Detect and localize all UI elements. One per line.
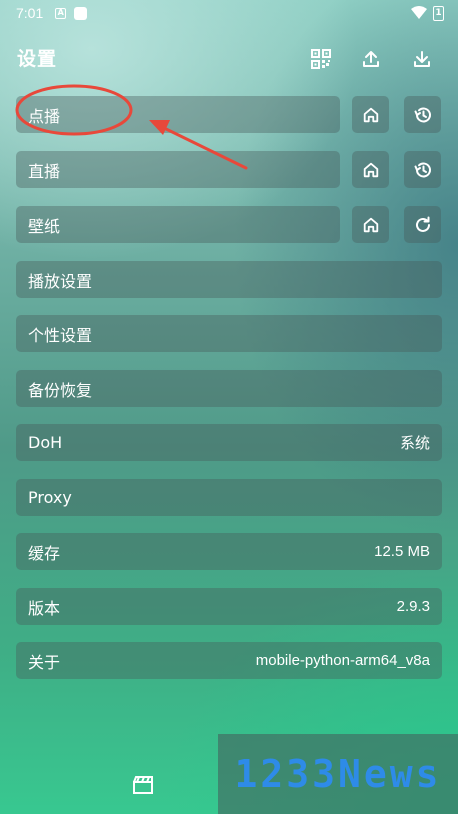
bottom-nav-button[interactable] — [131, 775, 155, 795]
about-row[interactable]: 关于 mobile-python-arm64_v8a — [16, 642, 442, 679]
refresh-icon — [415, 216, 430, 232]
wallpaper-row[interactable]: 壁纸 — [16, 206, 340, 243]
backup-restore-row[interactable]: 备份恢复 — [16, 370, 442, 407]
live-home-button[interactable] — [352, 151, 389, 188]
wallpaper-label: 壁纸 — [28, 216, 61, 236]
backup-restore-label: 备份恢复 — [28, 380, 93, 400]
vod-history-button[interactable] — [404, 96, 441, 133]
doh-row[interactable]: DoH 系统 — [16, 424, 442, 461]
status-time: 7:01 — [16, 5, 44, 21]
qr-code-button[interactable] — [306, 44, 336, 74]
live-label: 直播 — [28, 161, 61, 181]
download-icon — [414, 51, 430, 67]
playback-settings-label: 播放设置 — [28, 271, 93, 291]
notification-a-icon: A — [55, 7, 67, 19]
wallpaper-home-button[interactable] — [352, 206, 389, 243]
doh-label: DoH — [28, 433, 63, 452]
vod-home-button[interactable] — [352, 96, 389, 133]
clapperboard-icon — [133, 776, 153, 794]
about-label: 关于 — [28, 652, 61, 672]
history-icon — [414, 107, 431, 122]
download-button[interactable] — [407, 44, 437, 74]
live-history-button[interactable] — [404, 151, 441, 188]
playback-settings-row[interactable]: 播放设置 — [16, 261, 442, 298]
watermark-text: 1233News — [234, 752, 442, 796]
page-title: 设置 — [17, 48, 58, 70]
battery-icon: 1 — [433, 5, 444, 21]
cache-label: 缓存 — [28, 543, 61, 563]
personalization-label: 个性设置 — [28, 325, 93, 345]
cache-row[interactable]: 缓存 12.5 MB — [16, 533, 442, 570]
watermark: 1233News — [218, 734, 458, 814]
proxy-label: Proxy — [28, 488, 72, 507]
wallpaper-refresh-button[interactable] — [404, 206, 441, 243]
home-icon — [363, 107, 378, 122]
status-bar: 7:01 A 1 — [0, 0, 458, 26]
notification-square-icon — [74, 6, 88, 20]
upload-button[interactable] — [356, 44, 386, 74]
version-row[interactable]: 版本 2.9.3 — [16, 588, 442, 625]
vod-row[interactable]: 点播 — [16, 96, 340, 133]
home-icon — [363, 162, 378, 177]
vod-label: 点播 — [28, 106, 61, 126]
header: 设置 — [0, 40, 458, 78]
history-icon — [414, 162, 431, 177]
proxy-row[interactable]: Proxy — [16, 479, 442, 516]
qr-code-icon — [311, 49, 331, 69]
live-row[interactable]: 直播 — [16, 151, 340, 188]
wifi-icon — [411, 6, 427, 19]
home-icon — [363, 217, 378, 232]
cache-value: 12.5 MB — [374, 543, 430, 560]
doh-value: 系统 — [399, 435, 430, 452]
version-label: 版本 — [28, 598, 61, 618]
upload-icon — [363, 51, 379, 67]
version-value: 2.9.3 — [396, 598, 430, 615]
personalization-row[interactable]: 个性设置 — [16, 315, 442, 352]
about-value: mobile-python-arm64_v8a — [255, 652, 430, 669]
